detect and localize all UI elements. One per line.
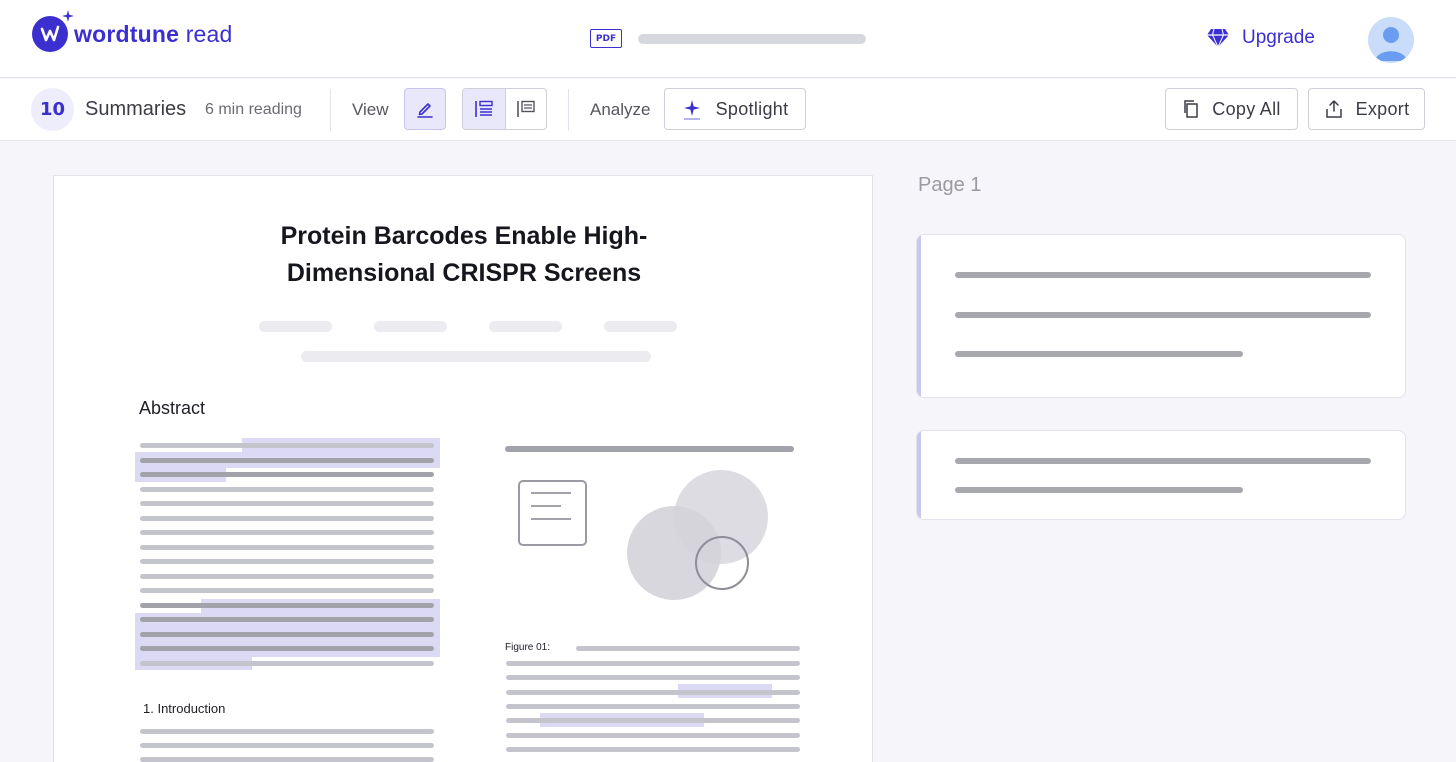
toolbar-divider [330,89,331,131]
text-line [506,718,800,723]
text-line [140,487,434,492]
document-meta: PDF [590,29,866,48]
text-line [140,443,434,448]
document-page: Protein Barcodes Enable High- Dimensiona… [53,175,873,762]
pen-icon [417,103,433,118]
document-title: Protein Barcodes Enable High- Dimensiona… [280,222,648,287]
summaries-label: Summaries [85,98,187,120]
figure-document-icon [518,480,587,546]
text-line [140,501,434,506]
summary-card-accent [917,431,921,519]
summary-card-accent [917,235,921,397]
author-placeholder [374,321,447,332]
text-line [140,661,434,666]
pdf-icon: PDF [590,29,622,48]
text-line [140,729,434,734]
document-title-placeholder [638,33,866,44]
introduction-heading: 1. Introduction [143,701,226,716]
figure-circle [627,506,721,600]
summary-card[interactable] [916,430,1406,520]
copy-icon [1184,100,1199,118]
text-line [140,472,434,477]
layout-toggle [462,88,547,130]
upgrade-button[interactable]: Upgrade [1206,27,1315,49]
text-line [140,530,434,535]
spotlight-button[interactable]: Spotlight [664,88,806,130]
copy-all-button[interactable]: Copy All [1165,88,1298,130]
text-line [506,733,800,738]
abstract-heading: Abstract [139,398,206,418]
affiliation-placeholder [301,351,651,362]
text-line [140,588,434,593]
spotlight-icon [683,100,700,120]
wordtune-read-logo[interactable]: wordtune read [32,10,233,52]
author-placeholder [604,321,677,332]
summary-line [955,458,1371,464]
text-line [576,646,800,651]
summary-card[interactable] [916,234,1406,398]
user-avatar[interactable] [1368,17,1414,63]
logo-text: wordtune read [74,20,233,47]
text-line [140,617,434,622]
text-line [140,516,434,521]
summary-line [955,487,1243,493]
user-icon [1375,27,1407,61]
text-line [140,603,434,608]
text-line [506,661,800,666]
export-icon [1325,100,1342,118]
author-placeholder [489,321,562,332]
diamond-icon [1207,28,1229,48]
sparkle-icon [62,10,74,22]
list-view-icon [474,100,493,117]
toolbar-divider [568,89,569,131]
logo-badge-icon [32,10,74,52]
text-line [506,704,800,709]
page-label: Page 1 [918,174,982,196]
figure-heading-line [505,446,794,452]
edit-view-button[interactable] [404,88,446,130]
text-line [506,690,800,695]
text-line [140,574,434,579]
text-line [140,757,434,762]
top-header: wordtune read PDF Upgrade [0,0,1456,78]
reading-time: 6 min reading [205,101,302,118]
view-label: View [352,100,389,119]
text-line [506,747,800,752]
export-button[interactable]: Export [1308,88,1425,130]
author-placeholder [259,321,332,332]
document-view-button[interactable] [504,89,547,129]
text-line [140,632,434,637]
summary-count-badge: 10 [31,88,74,131]
text-line [506,675,800,680]
summary-line [955,351,1243,357]
text-line [140,545,434,550]
analyze-label: Analyze [590,100,651,119]
figure-caption: Figure 01: [505,642,551,653]
text-line [140,743,434,748]
text-line [140,559,434,564]
figure-illustration [518,470,768,600]
summary-line [955,312,1371,318]
summary-line [955,272,1371,278]
list-view-button[interactable] [463,89,505,129]
toolbar: 10 Summaries 6 min reading View Analyze … [0,79,1456,141]
text-line [140,458,434,463]
text-line [140,646,434,651]
doc-view-icon [516,100,535,117]
